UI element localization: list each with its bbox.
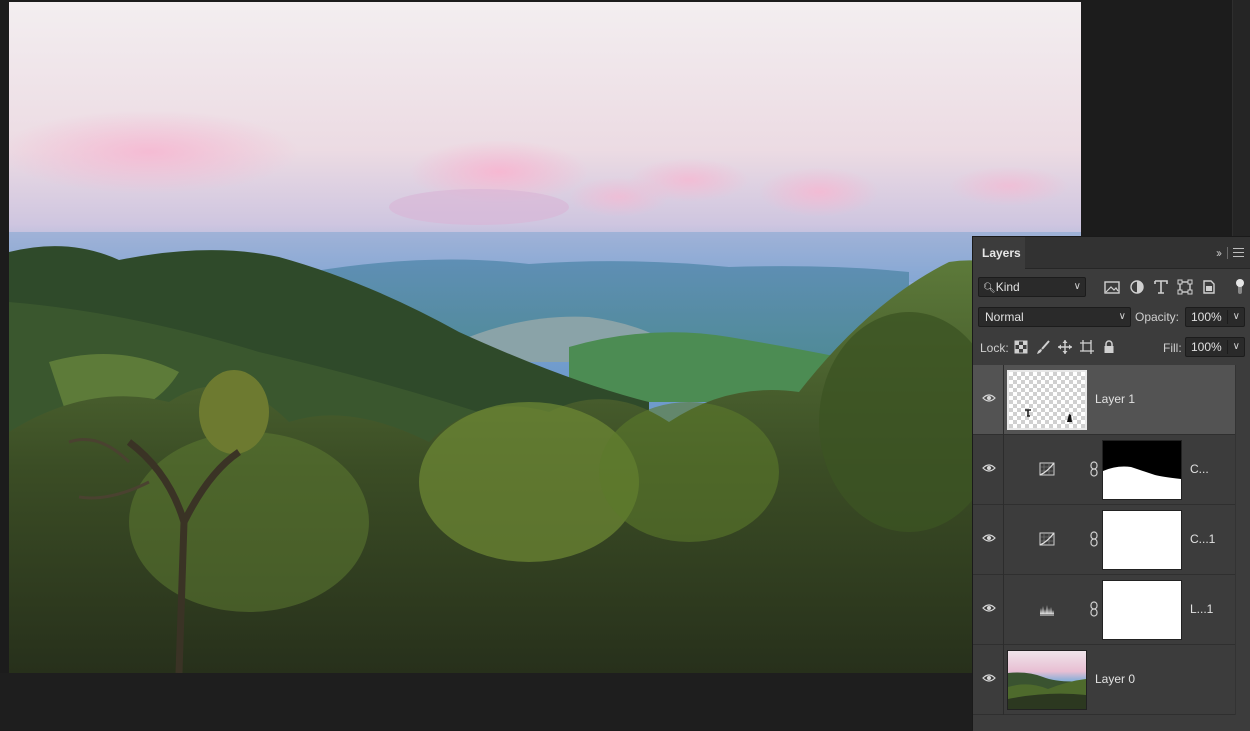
blend-mode-value: Normal bbox=[985, 310, 1024, 324]
search-icon: 🔍︎ bbox=[983, 283, 996, 294]
layer-thumbnail bbox=[1007, 370, 1087, 430]
layer-mask-thumbnail[interactable] bbox=[1102, 440, 1182, 500]
layer-mask-thumbnail[interactable] bbox=[1102, 580, 1182, 640]
lock-row: Lock: Fill: 100% ∨ bbox=[973, 337, 1250, 359]
visibility-eye-icon[interactable] bbox=[982, 673, 996, 683]
curves-adjustment-icon[interactable] bbox=[1039, 462, 1055, 476]
levels-adjustment-icon[interactable] bbox=[1039, 602, 1055, 616]
layer-mask-thumbnail[interactable] bbox=[1102, 510, 1182, 570]
chevron-down-icon[interactable]: ∨ bbox=[1233, 338, 1240, 356]
lock-image-pixels-icon[interactable] bbox=[1035, 339, 1051, 355]
lock-label: Lock: bbox=[980, 341, 1009, 355]
mask-link-icon[interactable] bbox=[1090, 601, 1098, 617]
blend-mode-select[interactable]: Normal ∨ bbox=[978, 307, 1131, 327]
layer-name[interactable]: L...1 bbox=[1190, 602, 1213, 616]
visibility-eye-icon[interactable] bbox=[982, 603, 996, 613]
fill-value: 100% bbox=[1191, 340, 1222, 354]
chevron-down-icon: ∨ bbox=[1073, 281, 1081, 292]
fill-label: Fill: bbox=[1163, 341, 1182, 355]
collapse-panel-button[interactable]: ›› bbox=[1216, 246, 1222, 260]
mask-link-icon[interactable] bbox=[1090, 531, 1098, 547]
layer-name[interactable]: Layer 0 bbox=[1095, 672, 1135, 686]
layer-row[interactable]: L...1 bbox=[973, 575, 1235, 645]
opacity-label: Opacity: bbox=[1135, 310, 1180, 324]
layers-panel: Layers ›› 🔍︎Kind ∨ Normal ∨ Opacity: 100… bbox=[972, 236, 1250, 731]
filter-kind-label: Kind bbox=[995, 280, 1020, 294]
filter-kind-select[interactable]: 🔍︎Kind ∨ bbox=[978, 277, 1086, 297]
layer-name[interactable]: Layer 1 bbox=[1095, 392, 1135, 406]
panel-footer bbox=[973, 715, 1250, 731]
lock-transparent-pixels-icon[interactable] bbox=[1013, 339, 1029, 355]
layer-row[interactable]: Layer 0 bbox=[973, 645, 1235, 715]
layer-row[interactable]: Layer 1 bbox=[973, 365, 1235, 435]
pasteboard bbox=[0, 673, 972, 730]
layer-row[interactable]: C... bbox=[973, 435, 1235, 505]
chevron-down-icon[interactable]: ∨ bbox=[1233, 308, 1240, 326]
visibility-eye-icon[interactable] bbox=[982, 463, 996, 473]
smart-object-filter-icon[interactable] bbox=[1200, 278, 1218, 296]
layer-row[interactable]: C...1 bbox=[973, 505, 1235, 575]
lock-position-icon[interactable] bbox=[1057, 339, 1073, 355]
tab-layers[interactable]: Layers bbox=[973, 237, 1025, 269]
visibility-eye-icon[interactable] bbox=[982, 533, 996, 543]
type-filter-icon[interactable] bbox=[1152, 278, 1170, 296]
layer-name[interactable]: C...1 bbox=[1190, 532, 1215, 546]
photoshop-workspace: Layers ›› 🔍︎Kind ∨ Normal ∨ Opacity: 100… bbox=[0, 0, 1250, 731]
shape-filter-icon[interactable] bbox=[1176, 278, 1194, 296]
image-filter-icon[interactable] bbox=[1103, 278, 1121, 296]
visibility-eye-icon[interactable] bbox=[982, 393, 996, 403]
landscape-image bbox=[9, 2, 1081, 673]
opacity-field[interactable]: 100% ∨ bbox=[1185, 307, 1245, 327]
panel-dock-strip bbox=[1232, 0, 1250, 240]
blend-row: Normal ∨ Opacity: 100% ∨ bbox=[973, 307, 1250, 329]
filter-toggle-icon[interactable] bbox=[1235, 278, 1245, 296]
lock-artboard-icon[interactable] bbox=[1079, 339, 1095, 355]
panel-header: Layers ›› bbox=[973, 237, 1250, 269]
header-divider bbox=[1227, 247, 1228, 259]
fill-field[interactable]: 100% ∨ bbox=[1185, 337, 1245, 357]
document-canvas[interactable] bbox=[9, 2, 1081, 673]
mask-link-icon[interactable] bbox=[1090, 461, 1098, 477]
curves-adjustment-icon[interactable] bbox=[1039, 532, 1055, 546]
adjustment-filter-icon[interactable] bbox=[1128, 278, 1146, 296]
filter-row: 🔍︎Kind ∨ bbox=[973, 277, 1250, 299]
layer-name[interactable]: C... bbox=[1190, 462, 1209, 476]
layer-list: Layer 1 C... C...1 L...1 Layer 0 bbox=[973, 365, 1235, 715]
opacity-value: 100% bbox=[1191, 310, 1222, 324]
layers-scrollbar[interactable] bbox=[1235, 365, 1250, 715]
chevron-down-icon: ∨ bbox=[1118, 311, 1126, 322]
lock-all-icon[interactable] bbox=[1101, 339, 1117, 355]
panel-menu-icon[interactable] bbox=[1233, 248, 1244, 257]
layer-thumbnail bbox=[1007, 650, 1087, 710]
